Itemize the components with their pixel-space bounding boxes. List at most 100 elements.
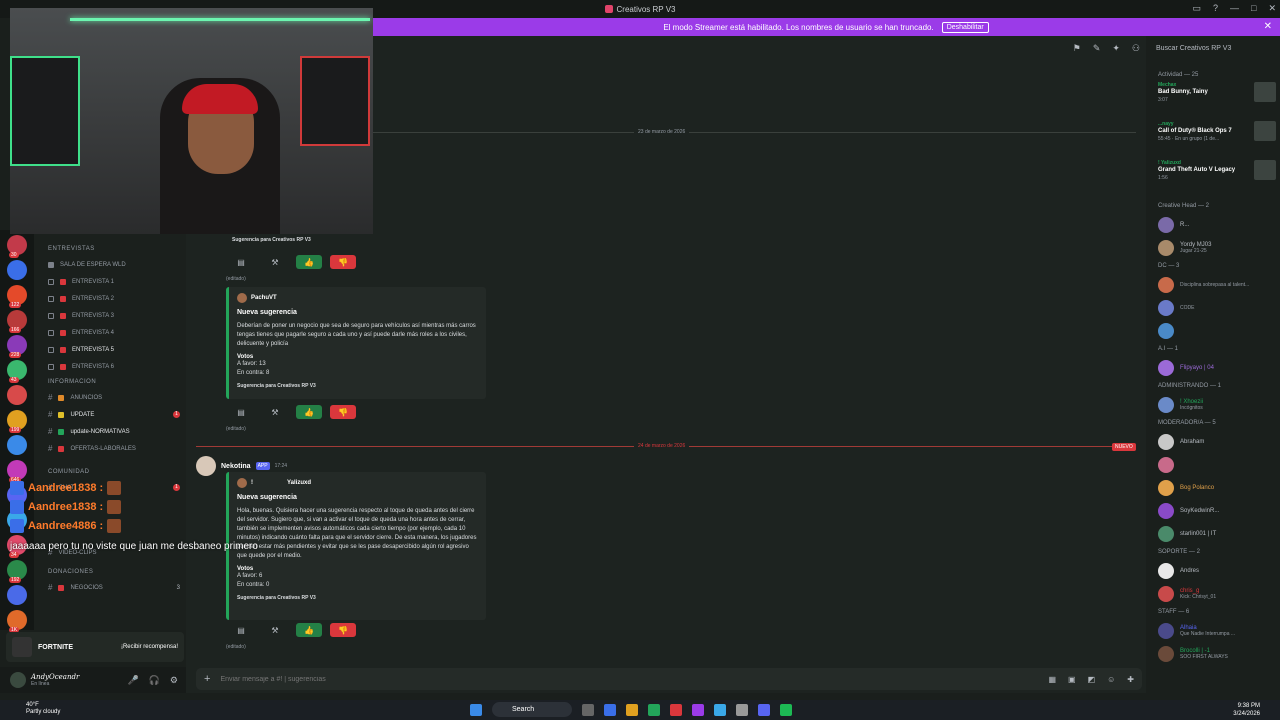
members-icon[interactable]: ⚇ (1132, 43, 1140, 54)
voice-channel[interactable]: ENTREVISTA 4 (34, 324, 186, 341)
server-icon[interactable]: 30 (7, 235, 27, 258)
server-icon[interactable] (7, 585, 27, 605)
member-item[interactable]: Bog Polanco (1146, 476, 1280, 499)
doc-icon[interactable]: ▤ (228, 405, 254, 419)
inbox-icon[interactable]: ▭ (1192, 3, 1201, 14)
gif-icon[interactable]: ▣ (1068, 675, 1076, 684)
vote-tool-icon[interactable]: ⚒ (262, 623, 288, 637)
member-item[interactable] (1146, 453, 1280, 476)
upvote-button[interactable]: 👍 (296, 255, 322, 269)
start-icon[interactable] (470, 703, 482, 716)
activity-item[interactable]: ...nayy Call of Duty® Black Ops 7 55:45 · … (1146, 121, 1280, 160)
app-icon[interactable] (670, 703, 682, 716)
discord-icon[interactable] (758, 703, 770, 716)
threads-icon[interactable]: ⚑ (1073, 43, 1081, 54)
member-item[interactable]: SoyKedwinR... (1146, 499, 1280, 522)
spotify-icon[interactable] (780, 703, 792, 716)
edge-icon[interactable] (714, 703, 726, 716)
server-icon[interactable]: 192 (7, 560, 27, 583)
upvote-button[interactable]: 👍 (296, 405, 322, 419)
help-icon[interactable]: ? (1213, 3, 1218, 14)
app-icon[interactable] (736, 703, 748, 716)
member-item[interactable]: Yordy MJ03 Jugar 21-25 (1146, 236, 1280, 259)
vote-tool-icon[interactable]: ⚒ (262, 255, 288, 269)
voice-channel[interactable]: SALA DE ESPERA WLD (34, 256, 186, 273)
server-icon[interactable]: 228 (7, 335, 27, 358)
server-icon[interactable]: 1K (7, 610, 27, 633)
voice-channel[interactable]: ENTREVISTA 5 (34, 341, 186, 358)
headphones-icon[interactable]: 🎧 (149, 675, 160, 686)
downvote-button[interactable]: 👎 (330, 623, 356, 637)
add-attachment-icon[interactable]: + (204, 673, 210, 685)
maximize-button[interactable]: □ (1251, 3, 1256, 14)
activity-item[interactable]: Mechax Bad Bunny, Tainy 3:07 (1146, 82, 1280, 121)
member-item[interactable]: Brocolli | -1 SOO FIRST ALWAYS (1146, 642, 1280, 665)
message-author[interactable]: Nekotina (221, 463, 251, 470)
app-icon[interactable] (692, 703, 704, 716)
settings-gear-icon[interactable]: ⚙ (170, 675, 178, 686)
vote-tool-icon[interactable]: ⚒ (262, 405, 288, 419)
category-donaciones[interactable]: DONACIONES (34, 565, 186, 579)
text-channel[interactable]: # NEGOCIOS 3 (34, 579, 186, 596)
member-item[interactable]: Flipyayo | 04 (1146, 356, 1280, 379)
gift-icon[interactable]: ▦ (1048, 675, 1056, 684)
doc-icon[interactable]: ▤ (228, 255, 254, 269)
search-input[interactable]: Buscar Creativos RP V3 (1152, 40, 1268, 56)
member-item[interactable]: Disciplina sobrepasa al talent... (1146, 273, 1280, 296)
server-icon[interactable]: 43 (7, 360, 27, 383)
voice-channel[interactable]: ENTREVISTA 2 (34, 290, 186, 307)
voice-channel[interactable]: ENTREVISTA 1 (34, 273, 186, 290)
chrome-icon[interactable] (648, 703, 660, 716)
system-clock[interactable]: 9:38 PM 3/24/2026 (1233, 702, 1260, 718)
downvote-button[interactable]: 👎 (330, 255, 356, 269)
server-icon[interactable]: 646 (7, 460, 27, 483)
weather-widget[interactable]: 40°F Partly cloudy (26, 702, 60, 716)
sticker-icon[interactable]: ◩ (1088, 675, 1096, 684)
claim-reward-button[interactable]: ¡Recibir recompensa! (121, 644, 178, 650)
taskbar-search[interactable]: Search (492, 702, 572, 717)
apps-icon[interactable]: ✚ (1127, 675, 1134, 684)
disable-streamer-button[interactable]: Deshabilitar (941, 21, 989, 33)
upvote-button[interactable]: 👍 (296, 623, 322, 637)
emoji-icon[interactable]: ☺ (1107, 675, 1115, 684)
server-icon[interactable]: 166 (7, 310, 27, 333)
member-item[interactable]: chris_g Kick: Chrisyt_01 (1146, 582, 1280, 605)
category-comunidad[interactable]: COMUNIDAD (34, 465, 186, 479)
member-item[interactable]: Alhaia Que Nadie Interrumpa ... (1146, 619, 1280, 642)
downvote-button[interactable]: 👎 (330, 405, 356, 419)
server-icon[interactable] (7, 435, 27, 455)
text-channel[interactable]: # ANUNCIOS (34, 389, 186, 406)
text-channel[interactable]: # update-NORMATIVAS (34, 423, 186, 440)
member-item[interactable] (1146, 319, 1280, 342)
text-channel[interactable]: # UPDATE 1 (34, 406, 186, 423)
activity-item[interactable]: ! Yalizuxd Grand Theft Auto V Legacy 1:56 (1146, 160, 1280, 199)
close-window-button[interactable]: ✕ (1268, 3, 1276, 14)
microphone-icon[interactable]: 🎤 (127, 675, 138, 686)
pin-icon[interactable]: ✦ (1112, 43, 1120, 54)
mute-icon[interactable]: ✎ (1093, 43, 1101, 54)
user-info[interactable]: AndyOceandr En línea (31, 673, 79, 687)
minimize-button[interactable]: — (1230, 3, 1239, 14)
avatar[interactable] (10, 672, 26, 688)
voice-channel[interactable]: ENTREVISTA 3 (34, 307, 186, 324)
doc-icon[interactable]: ▤ (228, 623, 254, 637)
server-icon[interactable] (7, 260, 27, 280)
member-item[interactable]: Andres (1146, 559, 1280, 582)
game-promo[interactable]: FORTNITE ¡Recibir recompensa! (6, 632, 184, 662)
server-icon[interactable] (7, 385, 27, 405)
task-view-icon[interactable] (582, 703, 594, 716)
text-channel[interactable]: # OFERTAS-LABORALES (34, 440, 186, 457)
server-icon[interactable]: 199 (7, 410, 27, 433)
member-item[interactable]: CODE (1146, 296, 1280, 319)
member-item[interactable]: R... (1146, 213, 1280, 236)
server-icon[interactable]: 122 (7, 285, 27, 308)
member-item[interactable]: starlin001 | IT (1146, 522, 1280, 545)
category-informacion[interactable]: INFORMACION (34, 375, 186, 389)
file-explorer-icon[interactable] (626, 703, 638, 716)
voice-channel[interactable]: ENTREVISTA 6 (34, 358, 186, 375)
avatar[interactable] (196, 456, 216, 476)
member-item[interactable]: Abraham (1146, 430, 1280, 453)
category-entrevistas[interactable]: ENTREVISTAS (34, 242, 186, 256)
banner-close-icon[interactable]: ✕ (1264, 21, 1272, 32)
app-icon[interactable] (604, 703, 616, 716)
